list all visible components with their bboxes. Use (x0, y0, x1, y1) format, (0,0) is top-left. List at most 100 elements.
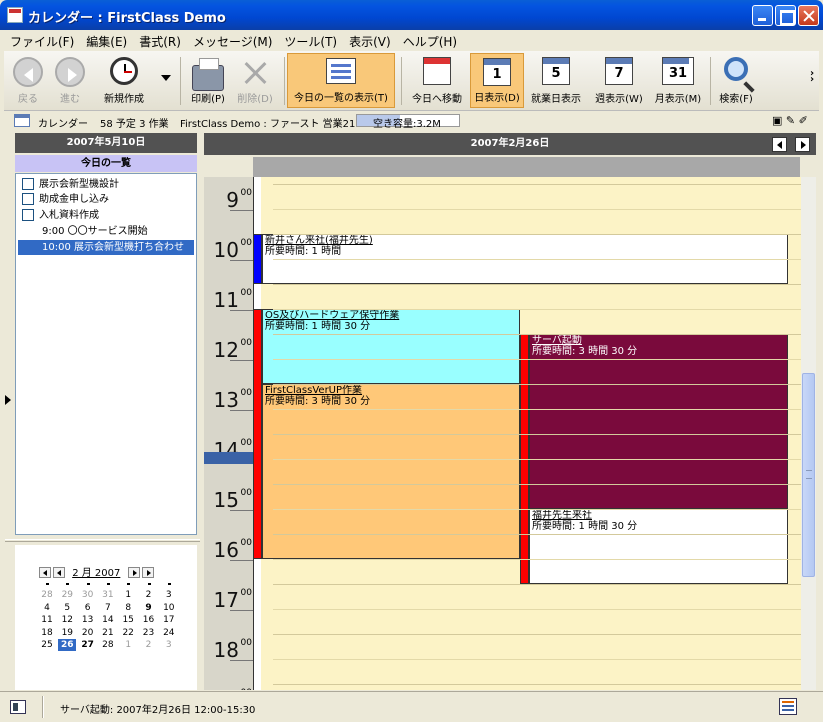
vertical-scrollbar[interactable] (801, 177, 816, 690)
new-button[interactable]: 新規作成 (94, 53, 154, 108)
mini-calendar-day[interactable]: 28 (99, 639, 117, 651)
todo-list-icon (326, 58, 356, 84)
mini-calendar-day[interactable]: 2 (140, 639, 158, 651)
panel-splitter[interactable] (5, 539, 200, 542)
task-checkbox[interactable] (22, 178, 34, 190)
prev-day-button[interactable] (772, 137, 787, 152)
mini-calendar-day[interactable]: 10 (160, 602, 178, 614)
mini-calendar-day[interactable]: 17 (160, 614, 178, 626)
mini-calendar-day[interactable]: 22 (119, 627, 137, 639)
half-hour-grid-line (273, 309, 801, 310)
hour-minutes: 00 (240, 438, 252, 448)
mini-calendar-day[interactable]: 16 (140, 614, 158, 626)
item-counts: 58 予定 3 作業 (100, 119, 169, 130)
mini-calendar-day[interactable]: 3 (160, 589, 178, 601)
delete-button[interactable]: 削除(D) (232, 53, 278, 108)
prev-year-button[interactable] (39, 567, 51, 578)
menu-file[interactable]: ファイル(F) (4, 30, 80, 50)
event-block[interactable]: サーバ起動 所要時間: 3 時間 30 分 (529, 334, 788, 509)
mini-calendar-day[interactable]: 30 (79, 589, 97, 601)
maximize-button[interactable] (775, 5, 796, 26)
back-button[interactable]: 戻る (8, 53, 48, 108)
mini-calendar-day[interactable]: 9 (140, 602, 158, 614)
mini-calendar-day[interactable]: 12 (58, 614, 76, 626)
appointment-item[interactable]: 9:00 〇〇サービス開始 (18, 224, 194, 239)
task-checkbox[interactable] (22, 209, 34, 221)
task-item[interactable]: 助成金申し込み (22, 192, 109, 207)
month-view-button[interactable]: 31 月表示(M) (650, 53, 706, 108)
mini-calendar-day[interactable]: 28 (38, 589, 56, 601)
day-view-button[interactable]: 1 日表示(D) (470, 53, 524, 108)
status-text: サーバ起動: 2007年2月26日 12:00-15:30 (60, 705, 256, 716)
mini-calendar-day[interactable]: 29 (58, 589, 76, 601)
work-week-view-button[interactable]: 5 就業日表示 (526, 53, 586, 108)
close-button[interactable] (798, 5, 819, 26)
task-checkbox[interactable] (22, 193, 34, 205)
mini-calendar-day[interactable]: 1 (119, 589, 137, 601)
next-day-button[interactable] (795, 137, 810, 152)
mini-calendar-day[interactable]: 2 (140, 589, 158, 601)
print-button[interactable]: 印刷(P) (186, 53, 230, 108)
mini-calendar-day[interactable]: 15 (119, 614, 137, 626)
mini-calendar: 2 月 2007 28 29 30 31 1 2 3 4 5 6 7 8 9 10 11 12 13 14 15 16… (15, 545, 197, 690)
goto-today-button[interactable]: 今日へ移動 (406, 53, 468, 108)
task-item[interactable]: 入札資料作成 (22, 208, 99, 223)
mini-calendar-day[interactable]: 27 (79, 639, 97, 651)
menu-format[interactable]: 書式(R) (133, 30, 187, 50)
mini-calendar-day[interactable]: 20 (79, 627, 97, 639)
weekday-marker (106, 583, 110, 585)
scrollbar-thumb[interactable] (802, 373, 815, 577)
forward-arrow-icon (55, 57, 85, 87)
next-year-button[interactable] (141, 567, 154, 578)
mini-calendar-day[interactable]: 8 (119, 602, 137, 614)
mini-calendar-day[interactable]: 4 (38, 602, 56, 614)
search-button[interactable]: 検索(F) (714, 53, 758, 108)
mini-calendar-day[interactable]: 21 (99, 627, 117, 639)
next-month-button[interactable] (127, 567, 140, 578)
mini-calendar-day[interactable]: 31 (99, 589, 117, 601)
new-dropdown-arrow-icon[interactable] (161, 75, 171, 86)
mini-calendar-day[interactable]: 11 (38, 614, 56, 626)
forward-button[interactable]: 進む (50, 53, 90, 108)
mini-calendar-day[interactable]: 19 (58, 627, 76, 639)
menu-edit[interactable]: 編集(E) (80, 30, 133, 50)
toolbar-overflow-chevron-icon[interactable]: › › (810, 69, 814, 85)
panel-toggle-icon[interactable] (10, 700, 26, 714)
mini-calendar-day[interactable]: 23 (140, 627, 158, 639)
mini-calendar-day[interactable]: 13 (79, 614, 97, 626)
menu-view[interactable]: 表示(V) (343, 30, 397, 50)
appointment-item-selected[interactable]: 10:00 展示会新型機打ち合わせ (18, 240, 194, 255)
mini-calendar-day[interactable]: 3 (160, 639, 178, 651)
today-list-button[interactable]: 今日の一覧の表示(T) (287, 53, 395, 108)
event-block[interactable]: OS及びハードウェア保守作業 所要時間: 1 時間 30 分 (262, 309, 520, 384)
event-block[interactable]: 福井先生来社 所要時間: 1 時間 30 分 (529, 509, 788, 584)
mini-calendar-day[interactable]: 1 (119, 639, 137, 651)
edit-tools-icon[interactable]: ▣ ✎ ✐ (772, 114, 808, 127)
all-day-strip[interactable] (253, 157, 800, 177)
calendar-today-icon (423, 57, 451, 85)
mini-calendar-day[interactable]: 14 (99, 614, 117, 626)
mini-calendar-day[interactable]: 5 (58, 602, 76, 614)
calendar-list-icon[interactable] (779, 698, 797, 715)
event-color-bar (253, 234, 262, 284)
mini-calendar-day[interactable]: 24 (160, 627, 178, 639)
mini-calendar-day[interactable]: 26 (58, 639, 77, 651)
mini-calendar-day[interactable]: 25 (38, 639, 56, 651)
magnifier-icon (724, 57, 748, 81)
mini-calendar-day[interactable]: 6 (79, 602, 97, 614)
mini-calendar-day[interactable]: 18 (38, 627, 56, 639)
menu-help[interactable]: ヘルプ(H) (397, 30, 463, 50)
task-item[interactable]: 展示会新型機設計 (22, 177, 119, 192)
hour-minutes: 00 (240, 238, 252, 248)
collapse-panel-arrow-icon[interactable] (5, 395, 16, 405)
prev-month-button[interactable] (53, 567, 65, 578)
menu-message[interactable]: メッセージ(M) (187, 30, 278, 50)
day-timeline[interactable]: 9001000110012001300140015001600170018001… (204, 177, 801, 690)
mini-calendar-day[interactable]: 7 (99, 602, 117, 614)
week-view-button[interactable]: 7 週表示(W) (590, 53, 648, 108)
minimize-button[interactable] (752, 5, 773, 26)
hour-number: 11 (213, 288, 239, 312)
menu-tools[interactable]: ツール(T) (278, 30, 343, 50)
owner-label: FirstClass Demo : ファースト 営業21 (180, 119, 356, 130)
event-block[interactable]: FirstClassVerUP作業 所要時間: 3 時間 30 分 (262, 384, 520, 559)
